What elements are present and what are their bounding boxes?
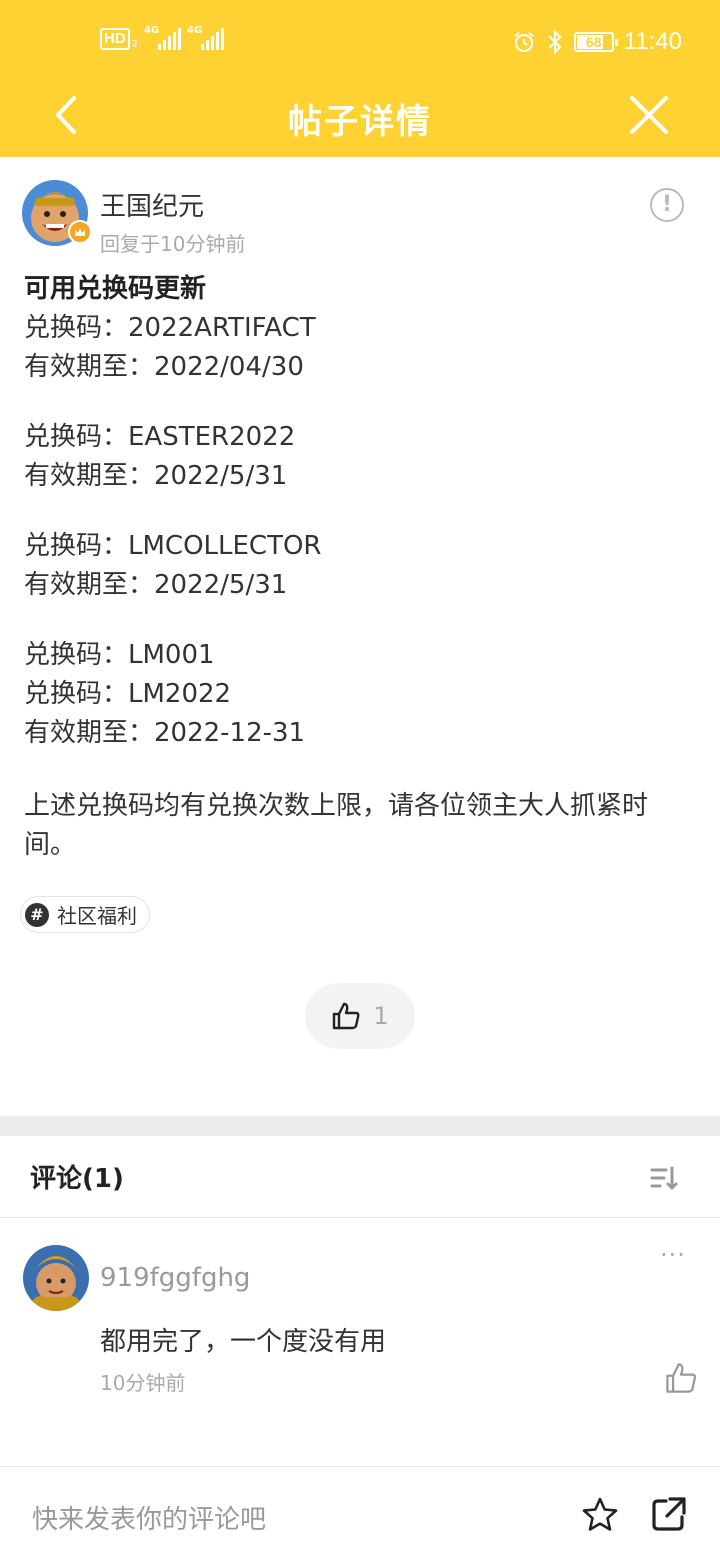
like-count: 1	[373, 1002, 389, 1030]
code-line: 兑换码：LM001	[24, 640, 215, 670]
signal-icon: 4G	[187, 25, 225, 50]
post-title: 可用兑换码更新	[24, 274, 207, 304]
report-icon[interactable]: !	[650, 188, 684, 222]
share-icon[interactable]	[648, 1495, 688, 1535]
like-button[interactable]: 1	[305, 983, 415, 1049]
clock: 11:40	[623, 28, 682, 55]
alarm-icon	[514, 32, 534, 52]
signal-icon: 4G	[144, 25, 182, 50]
thumbs-up-icon[interactable]	[664, 1361, 698, 1395]
bluetooth-icon	[548, 29, 562, 55]
expiry-line: 有效期至：2022/5/31	[24, 570, 288, 600]
expiry-line: 有效期至：2022-12-31	[24, 718, 306, 748]
battery-level: 68	[585, 34, 602, 50]
commenter-name[interactable]: 919fggfghg	[100, 1263, 250, 1293]
comment-text: 都用完了，一个度没有用	[100, 1327, 387, 1357]
comment-input[interactable]: 快来发表你的评论吧	[32, 1499, 266, 1536]
hd-badge: HD	[100, 28, 130, 50]
thumbs-up-icon	[333, 1002, 360, 1030]
section-divider	[0, 1116, 720, 1136]
code-line: 兑换码：LMCOLLECTOR	[24, 531, 322, 561]
comment-time: 10分钟前	[100, 1371, 186, 1395]
post-author-row: 王国纪元 回复于10分钟前 !	[22, 180, 702, 256]
tag-label: 社区福利	[57, 904, 137, 928]
nav-bar: 帖子详情	[0, 84, 720, 157]
expiry-line: 有效期至：2022/5/31	[24, 461, 288, 491]
network-type: 4G	[187, 25, 203, 36]
comments-header: 评论(1)	[0, 1136, 720, 1218]
comment-item: 919fggfghg ··· 都用完了，一个度没有用 10分钟前	[0, 1219, 720, 1465]
post-body: 可用兑换码更新 兑换码：2022ARTIFACT 有效期至：2022/04/30…	[24, 270, 694, 865]
status-left: HD 2 4G 4G	[100, 25, 225, 50]
status-right: 68 11:40	[512, 28, 682, 56]
post-time: 回复于10分钟前	[100, 232, 246, 256]
page-title: 帖子详情	[288, 102, 432, 142]
app-header: HD 2 4G 4G 68 11:40 帖子详情	[0, 0, 720, 157]
code-line: 兑换码：2022ARTIFACT	[24, 313, 316, 343]
more-icon[interactable]: ···	[660, 1241, 686, 1269]
expiry-line: 有效期至：2022/04/30	[24, 352, 304, 382]
author-name[interactable]: 王国纪元	[100, 186, 204, 223]
battery-icon: 68	[573, 32, 618, 52]
commenter-avatar[interactable]	[23, 1245, 89, 1311]
sort-icon[interactable]	[648, 1162, 680, 1194]
comments-title: 评论(1)	[30, 1164, 124, 1194]
status-bar: HD 2 4G 4G 68 11:40	[0, 0, 720, 84]
crown-badge-icon	[68, 220, 92, 244]
network-type: 4G	[144, 25, 160, 36]
post-footer-text: 上述兑换码均有兑换次数上限，请各位领主大人抓紧时间。	[24, 791, 649, 860]
close-icon[interactable]	[624, 90, 674, 140]
code-line: 兑换码：LM2022	[24, 679, 232, 709]
hd-sub: 2	[131, 39, 139, 50]
topic-tag[interactable]: # 社区福利	[20, 896, 150, 933]
star-icon[interactable]	[580, 1495, 620, 1535]
hashtag-icon: #	[25, 902, 49, 927]
comment-input-bar: 快来发表你的评论吧	[0, 1466, 720, 1560]
code-line: 兑换码：EASTER2022	[24, 422, 296, 452]
